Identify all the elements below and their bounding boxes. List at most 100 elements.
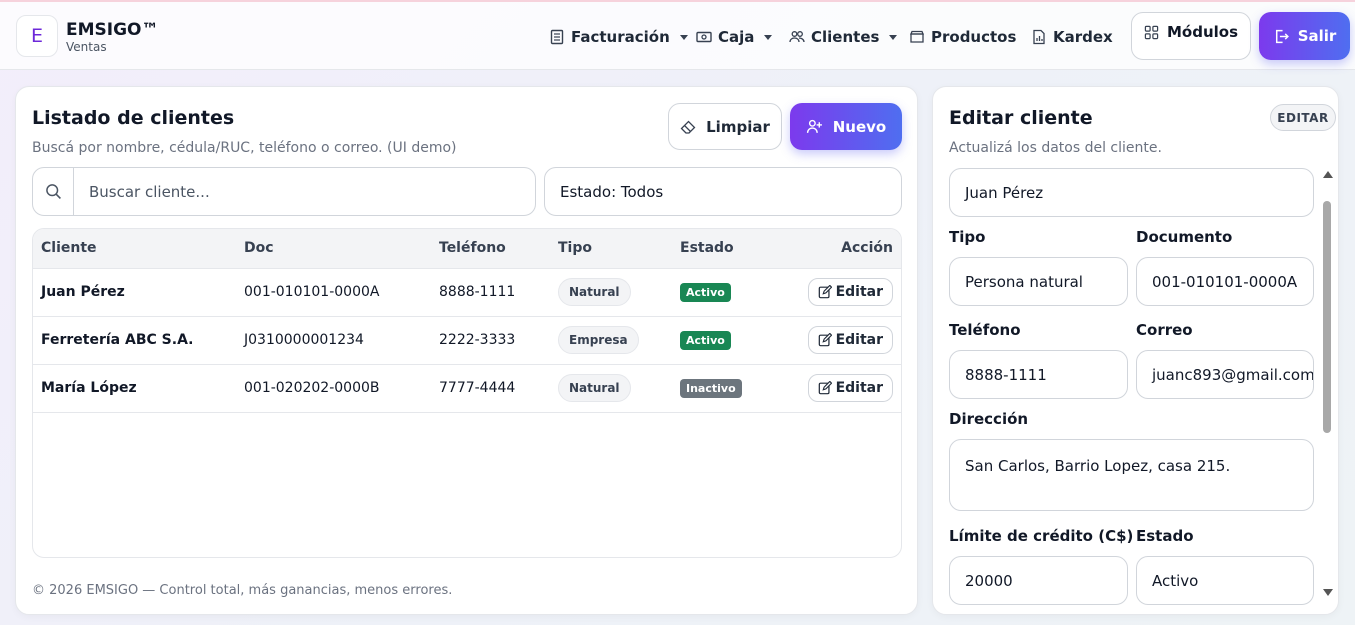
cell-estado: Activo <box>672 316 787 364</box>
documento-value: 001-010101-0000A <box>1152 272 1298 291</box>
list-title: Listado de clientes <box>32 107 235 129</box>
cell-cliente: Ferretería ABC S.A. <box>41 332 194 348</box>
documento-label: Documento <box>1136 228 1233 246</box>
scrollbar-thumb[interactable] <box>1323 201 1331 433</box>
cell-cliente: Juan Pérez <box>41 284 125 300</box>
direccion-value: San Carlos, Barrio Lopez, casa 215. <box>965 457 1231 475</box>
nav-kardex-label: Kardex <box>1053 28 1113 46</box>
correo-field[interactable]: juanc893@gmail.com <box>1136 350 1314 399</box>
nav-caja[interactable]: Caja <box>696 28 773 46</box>
edit-row-button[interactable]: Editar <box>807 326 893 354</box>
modulos-label: Módulos <box>1166 23 1239 41</box>
nombre-value: Juan Pérez <box>965 183 1044 202</box>
tipo-select[interactable]: Persona natural <box>949 257 1128 306</box>
scroll-up-arrow-icon[interactable] <box>1323 171 1333 178</box>
cell-telefono: 8888-1111 <box>439 284 516 300</box>
table-row[interactable]: Juan Pérez 001-010101-0000A 8888-1111 Na… <box>33 268 901 316</box>
limite-value: 20000 <box>965 571 1013 590</box>
cash-icon <box>696 31 712 43</box>
salir-button[interactable]: Salir <box>1259 12 1350 60</box>
chevron-down-icon <box>889 34 898 40</box>
search-icon-box[interactable] <box>32 167 74 216</box>
cell-tipo: Empresa <box>550 316 672 364</box>
limite-field[interactable]: 20000 <box>949 556 1128 605</box>
edit-subtitle: Actualizá los datos del cliente. <box>949 140 1162 156</box>
logout-icon <box>1275 29 1289 43</box>
estado-select[interactable]: Activo <box>1136 556 1314 605</box>
brand-name: EMSIGO™ <box>66 20 159 40</box>
chevron-down-icon <box>679 34 688 40</box>
nav-kardex[interactable]: Kardex <box>1031 28 1113 46</box>
cell-tipo: Natural <box>550 364 672 412</box>
edit-icon <box>818 333 832 347</box>
direccion-textarea[interactable]: San Carlos, Barrio Lopez, casa 215. <box>949 439 1314 511</box>
cell-cliente: María López <box>41 380 137 396</box>
limpiar-label: Limpiar <box>706 117 770 136</box>
status-badge: Inactivo <box>680 378 742 398</box>
cell-telefono: 7777-4444 <box>439 380 516 396</box>
limite-label: Límite de crédito (C$) <box>949 527 1134 545</box>
cell-doc: J0310000001234 <box>244 332 364 348</box>
tipo-pill: Natural <box>558 374 631 402</box>
tipo-pill: Empresa <box>558 326 639 354</box>
estado-filter-value: Estado: Todos <box>560 182 664 201</box>
nuevo-label: Nuevo <box>832 117 887 136</box>
documento-field[interactable]: 001-010101-0000A <box>1136 257 1314 306</box>
cell-doc: 001-010101-0000A <box>244 284 380 300</box>
cell-doc: 001-020202-0000B <box>244 380 380 396</box>
clients-list-card: Listado de clientes Buscá por nombre, cé… <box>15 86 918 615</box>
column-header: Cliente <box>33 229 236 269</box>
nuevo-button[interactable]: Nuevo <box>790 103 902 150</box>
chevron-down-icon <box>764 34 773 40</box>
limpiar-button[interactable]: Limpiar <box>668 103 782 150</box>
edit-title: Editar cliente <box>949 107 1093 129</box>
tipo-value: Persona natural <box>965 272 1083 291</box>
table-row[interactable]: María López 001-020202-0000B 7777-4444 N… <box>33 364 901 412</box>
clients-table: Cliente Doc Teléfono Tipo Estado Acción … <box>32 228 902 558</box>
edit-icon <box>818 285 832 299</box>
correo-label: Correo <box>1136 321 1193 339</box>
search-input[interactable] <box>73 167 536 216</box>
nav-productos[interactable]: Productos <box>909 28 1016 46</box>
direccion-label: Dirección <box>949 410 1029 428</box>
edit-row-label: Editar <box>835 332 883 348</box>
logo[interactable]: E <box>16 15 58 57</box>
brand-subtitle: Ventas <box>66 40 107 54</box>
status-badge: Activo <box>680 282 731 302</box>
status-badge: Activo <box>680 330 731 350</box>
eraser-icon <box>680 120 696 134</box>
nav-productos-label: Productos <box>931 28 1017 46</box>
footer-copyright: © 2026 EMSIGO — Control total, más ganan… <box>32 583 453 598</box>
estado-value: Activo <box>1152 571 1199 590</box>
report-icon <box>1033 29 1045 45</box>
estado-filter-select[interactable]: Estado: Todos <box>544 167 902 216</box>
edit-icon <box>818 381 832 395</box>
edit-row-label: Editar <box>835 284 883 300</box>
brand: EMSIGO™ Ventas <box>66 20 159 54</box>
edit-row-button[interactable]: Editar <box>807 374 893 402</box>
telefono-label: Teléfono <box>949 321 1021 339</box>
scroll-down-arrow-icon[interactable] <box>1323 589 1333 596</box>
add-user-icon <box>806 119 822 133</box>
nav-facturacion[interactable]: Facturación <box>549 28 688 46</box>
app-header: E EMSIGO™ Ventas Facturación Caja Client… <box>0 2 1355 70</box>
table-row[interactable]: Ferretería ABC S.A. J0310000001234 2222-… <box>33 316 901 364</box>
tipo-pill: Natural <box>558 278 631 306</box>
box-icon <box>910 30 924 43</box>
grid-icon <box>1144 25 1159 40</box>
nombre-field[interactable]: Juan Pérez <box>949 168 1314 217</box>
logo-letter: E <box>30 25 43 47</box>
mode-badge: EDITAR <box>1270 104 1336 131</box>
column-header: Teléfono <box>431 229 550 269</box>
telefono-field[interactable]: 8888-1111 <box>949 350 1128 399</box>
estado-label: Estado <box>1136 527 1194 545</box>
cell-accion: Editar <box>787 364 901 412</box>
edit-row-button[interactable]: Editar <box>807 278 893 306</box>
nav-clientes[interactable]: Clientes <box>789 28 898 46</box>
column-header: Estado <box>672 229 787 269</box>
nav-facturacion-label: Facturación <box>571 28 670 46</box>
modulos-button[interactable]: Módulos <box>1131 12 1251 60</box>
cell-telefono: 2222-3333 <box>439 332 516 348</box>
list-subtitle: Buscá por nombre, cédula/RUC, teléfono o… <box>32 140 457 156</box>
cell-estado: Inactivo <box>672 364 787 412</box>
